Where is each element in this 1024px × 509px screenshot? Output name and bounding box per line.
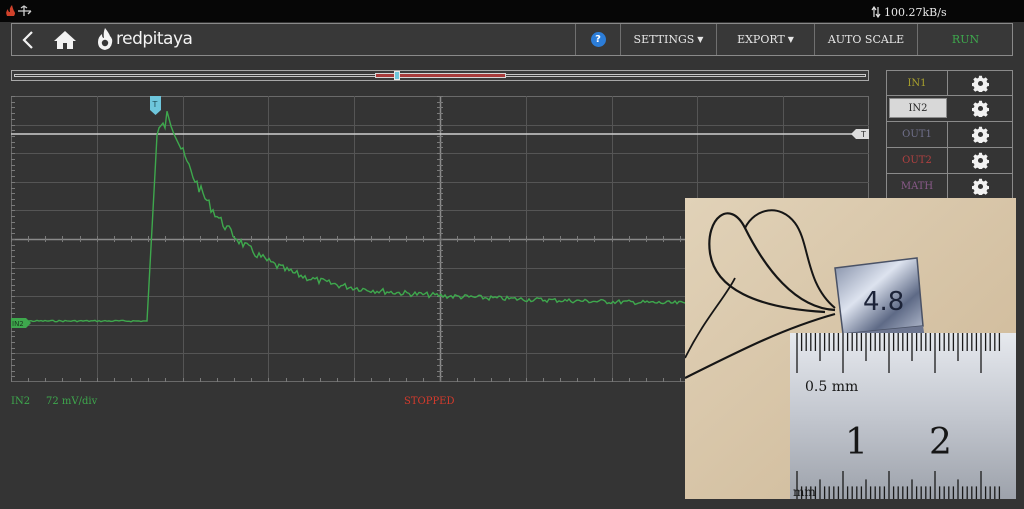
svg-text:0.5 mm: 0.5 mm [805, 379, 858, 395]
help-icon: ? [590, 32, 606, 47]
channel-toggle-math[interactable]: MATH [887, 174, 948, 199]
sensor-photo-image: 4.8 0.5 mm 1 2 mm [685, 198, 1016, 499]
channel-scale-readout: 72 mV/div [46, 396, 98, 407]
home-icon [54, 31, 76, 49]
channel-settings-button[interactable] [948, 148, 1012, 173]
network-rate: 100.27kB/s [884, 5, 947, 19]
ruler: 0.5 mm 1 2 mm [790, 333, 1016, 499]
acquisition-status: STOPPED [404, 396, 455, 407]
gear-icon [971, 75, 989, 92]
usb-icon [6, 5, 32, 16]
svg-text:T: T [152, 100, 158, 109]
channel-toggle-out2[interactable]: OUT2 [887, 148, 948, 173]
toolbar: redpitaya ? SETTINGS ▼ EXPORT ▼ AUTO SCA… [11, 23, 1013, 56]
run-label: RUN [951, 33, 980, 46]
autoscale-label: AUTO SCALE [827, 33, 905, 46]
sensor-photo: 4.8 0.5 mm 1 2 mm [685, 198, 1016, 499]
channel-settings-button[interactable] [948, 174, 1012, 199]
logo: redpitaya [96, 27, 193, 51]
caret-down-icon: ▼ [697, 35, 704, 44]
svg-text:1: 1 [845, 422, 868, 463]
channel-row-math: MATH [886, 174, 1013, 200]
channel-panel: IN1 IN2 OUT1 OUT2 MATH [886, 70, 1013, 200]
gear-icon [971, 152, 989, 169]
channel-row-in2: IN2 [886, 96, 1013, 122]
gear-icon [972, 100, 989, 117]
autoscale-button[interactable]: AUTO SCALE [814, 24, 917, 55]
redpitaya-logo-icon [98, 28, 113, 50]
settings-menu-button[interactable]: SETTINGS ▼ [620, 24, 716, 55]
trigger-position-handle[interactable] [394, 71, 400, 80]
trigger-level-marker[interactable]: T [851, 129, 869, 139]
channel-row-out2: OUT2 [886, 148, 1013, 174]
back-button[interactable] [18, 29, 40, 51]
settings-label: SETTINGS [633, 33, 695, 46]
chevron-left-icon [22, 31, 33, 49]
help-button[interactable]: ? [575, 24, 620, 55]
active-channel-label: IN2 [11, 396, 31, 407]
caret-down-icon: ▼ [787, 35, 794, 44]
logo-text: redpitaya [116, 29, 193, 49]
gear-icon [971, 178, 989, 195]
channel-toggle-in1[interactable]: IN1 [887, 71, 948, 95]
svg-text:4.8: 4.8 [863, 287, 904, 317]
svg-text:IN2: IN2 [12, 320, 24, 328]
channel-settings-button[interactable] [949, 96, 1012, 121]
network-status: 100.27kB/s [871, 4, 947, 20]
status-bar: 100.27kB/s [0, 0, 1024, 22]
in2-channel-marker[interactable]: IN2 [11, 318, 31, 328]
channel-toggle-out1[interactable]: OUT1 [887, 122, 948, 147]
channel-row-out1: OUT1 [886, 122, 1013, 148]
channel-row-in1: IN1 [886, 70, 1013, 96]
gear-icon [971, 126, 989, 143]
time-navigation-bar[interactable] [11, 70, 869, 81]
export-label: EXPORT [737, 33, 785, 46]
trigger-time-marker[interactable]: T [150, 96, 161, 115]
export-menu-button[interactable]: EXPORT ▼ [716, 24, 814, 55]
svg-text:2: 2 [929, 422, 952, 463]
channel-toggle-in2[interactable]: IN2 [889, 98, 947, 118]
in2-trace [11, 111, 688, 323]
network-activity-icon [871, 6, 881, 18]
channel-settings-button[interactable] [948, 71, 1012, 95]
home-button[interactable] [52, 29, 78, 51]
run-button[interactable]: RUN [917, 24, 1013, 55]
channel-settings-button[interactable] [948, 122, 1012, 147]
svg-text:T: T [860, 130, 866, 139]
svg-text:mm: mm [793, 485, 816, 499]
